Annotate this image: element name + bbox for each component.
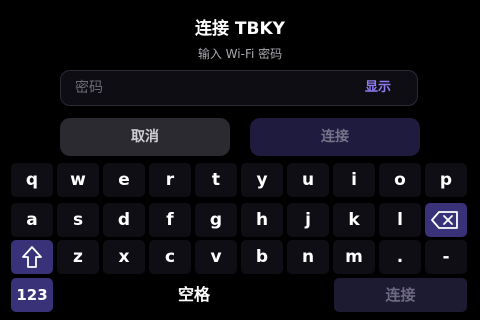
key-r[interactable]: r — [149, 163, 191, 197]
key-period[interactable]: . — [379, 240, 421, 274]
numbers-key[interactable]: 123 — [11, 278, 53, 312]
key-c[interactable]: c — [149, 240, 191, 274]
key-f[interactable]: f — [149, 203, 191, 237]
key-t[interactable]: t — [195, 163, 237, 197]
show-password-button[interactable]: 显示 — [365, 71, 391, 105]
backspace-key[interactable] — [425, 203, 467, 237]
key-b[interactable]: b — [241, 240, 283, 274]
shift-key[interactable] — [11, 240, 53, 274]
connect-button[interactable]: 连接 — [250, 118, 420, 156]
on-screen-keyboard: q w e r t y u i o p a s d f g h j k l z … — [0, 160, 480, 320]
key-l[interactable]: l — [379, 203, 421, 237]
backspace-icon — [431, 211, 458, 229]
key-v[interactable]: v — [195, 240, 237, 274]
cancel-button[interactable]: 取消 — [60, 118, 230, 156]
wifi-password-dialog: 连接 TBKY 输入 Wi-Fi 密码 显示 取消 连接 q w e r t y… — [0, 0, 480, 320]
key-g[interactable]: g — [195, 203, 237, 237]
key-i[interactable]: i — [333, 163, 375, 197]
password-input[interactable] — [75, 71, 335, 105]
key-d[interactable]: d — [103, 203, 145, 237]
key-e[interactable]: e — [103, 163, 145, 197]
space-key[interactable]: 空格 — [57, 278, 331, 312]
key-a[interactable]: a — [11, 203, 53, 237]
dialog-title: 连接 TBKY — [195, 19, 285, 39]
key-q[interactable]: q — [11, 163, 53, 197]
key-n[interactable]: n — [287, 240, 329, 274]
key-z[interactable]: z — [57, 240, 99, 274]
key-m[interactable]: m — [333, 240, 375, 274]
key-y[interactable]: y — [241, 163, 283, 197]
key-s[interactable]: s — [57, 203, 99, 237]
key-k[interactable]: k — [333, 203, 375, 237]
key-hyphen[interactable]: - — [425, 240, 467, 274]
key-x[interactable]: x — [103, 240, 145, 274]
key-o[interactable]: o — [379, 163, 421, 197]
password-field[interactable]: 显示 — [60, 70, 418, 106]
key-u[interactable]: u — [287, 163, 329, 197]
key-p[interactable]: p — [425, 163, 467, 197]
dialog-subtitle: 输入 Wi-Fi 密码 — [197, 47, 283, 61]
shift-icon — [22, 246, 42, 268]
connect-key[interactable]: 连接 — [334, 278, 467, 312]
key-h[interactable]: h — [241, 203, 283, 237]
key-j[interactable]: j — [287, 203, 329, 237]
key-w[interactable]: w — [57, 163, 99, 197]
